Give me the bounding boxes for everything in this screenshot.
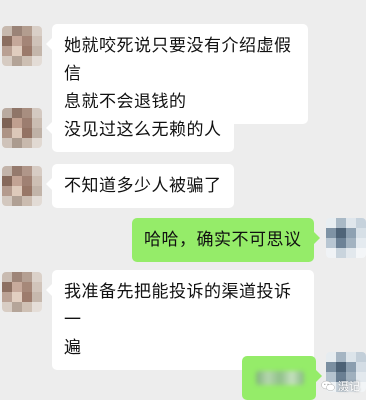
contact-avatar[interactable] xyxy=(2,108,42,148)
pixelated-text xyxy=(256,371,304,385)
contact-avatar[interactable] xyxy=(2,166,42,206)
chat-area: 她就咬死说只要没有介绍虚假信 息就不会退钱的 没见过这么无赖的人 不知道多少人被… xyxy=(0,0,366,400)
contact-avatar[interactable] xyxy=(2,26,42,66)
message-text-line: 哈哈，确实不可思议 xyxy=(144,230,302,250)
message-text-line: 不知道多少人被骗了 xyxy=(64,176,222,196)
incoming-message[interactable]: 不知道多少人被骗了 xyxy=(46,164,234,208)
incoming-message[interactable]: 我准备先把能投诉的渠道投诉一 遍 xyxy=(46,270,314,370)
contact-avatar[interactable] xyxy=(2,272,42,312)
message-text-line: 我准备先把能投诉的渠道投诉一 xyxy=(64,282,292,330)
outgoing-message[interactable]: 哈哈，确实不可思议 xyxy=(132,218,319,262)
incoming-message[interactable]: 没见过这么无赖的人 xyxy=(46,108,234,152)
message-text-line: 没见过这么无赖的人 xyxy=(64,120,222,140)
message-text-line: 她就咬死说只要没有介绍虚假信 xyxy=(64,36,292,84)
wechat-icon xyxy=(321,380,335,391)
watermark-text: 滠记 xyxy=(338,380,360,393)
outgoing-message[interactable] xyxy=(242,356,322,400)
my-avatar[interactable] xyxy=(326,218,366,258)
watermark: 滠记 xyxy=(321,378,360,394)
